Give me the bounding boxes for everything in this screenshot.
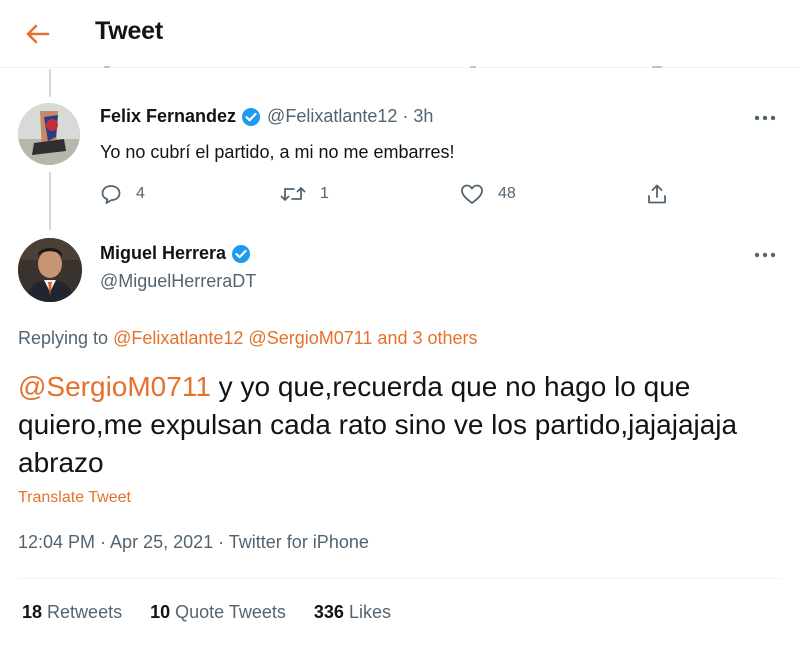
reply-count: 4 — [136, 185, 145, 202]
tweet-author-row: Felix Fernandez @Felixatlante12 · 3h — [100, 106, 433, 127]
avatar[interactable] — [18, 238, 82, 302]
author-name[interactable]: Felix Fernandez — [100, 106, 236, 127]
heart-icon — [461, 184, 483, 204]
previous-tweet-edge — [100, 66, 680, 70]
like-count: 48 — [498, 185, 516, 202]
reply-button[interactable]: 4 — [100, 178, 145, 210]
top-header: Tweet — [0, 0, 800, 68]
thread-line — [49, 172, 51, 230]
tweet-author-row: Miguel Herrera — [100, 243, 251, 264]
tweet-timestamp[interactable]: 12:04 PM · Apr 25, 2021 · Twitter for iP… — [18, 532, 369, 553]
retweet-icon — [280, 187, 306, 201]
retweet-button[interactable]: 1 — [280, 178, 329, 210]
avatar[interactable] — [18, 103, 80, 165]
divider — [18, 578, 780, 579]
page-title: Tweet — [95, 17, 163, 45]
back-button[interactable] — [22, 18, 54, 50]
quote-tweets-label: Quote Tweets — [175, 602, 286, 622]
retweets-stat[interactable]: 18 Retweets — [22, 602, 122, 623]
verified-badge-icon — [231, 244, 251, 264]
avatar-image — [18, 238, 82, 302]
tweet-stats: 18 Retweets 10 Quote Tweets 336 Likes — [22, 602, 419, 623]
verified-badge-icon — [241, 107, 261, 127]
quote-tweets-count: 10 — [150, 602, 171, 622]
replying-to-label: Replying to — [18, 328, 109, 348]
likes-label: Likes — [348, 602, 391, 622]
more-options-button[interactable] — [750, 108, 780, 128]
more-dots-icon — [754, 252, 776, 258]
more-options-button[interactable] — [750, 245, 780, 265]
retweets-label: Retweets — [47, 602, 123, 622]
author-handle[interactable]: @Felixatlante12 — [267, 106, 397, 127]
like-button[interactable]: 48 — [460, 178, 516, 210]
more-dots-icon — [754, 115, 776, 121]
reply-icon — [101, 185, 121, 204]
main-tweet-text: @SergioM0711 y yo que,recuerda que no ha… — [18, 368, 788, 482]
avatar-image — [18, 103, 80, 165]
likes-count: 336 — [313, 602, 344, 622]
share-button[interactable] — [646, 178, 668, 210]
back-arrow-icon — [26, 24, 50, 44]
reply-tweet-text: Yo no cubrí el partido, a mi no me embar… — [100, 142, 455, 162]
retweet-count: 1 — [320, 185, 329, 202]
author-name[interactable]: Miguel Herrera — [100, 243, 226, 264]
tweet-actions: 4 1 48 — [100, 178, 680, 210]
retweets-count: 18 — [22, 602, 43, 622]
translate-tweet-link[interactable]: Translate Tweet — [18, 489, 131, 507]
tweet-time[interactable]: · 3h — [402, 106, 433, 127]
share-icon — [648, 184, 666, 204]
quote-tweets-stat[interactable]: 10 Quote Tweets — [150, 602, 286, 623]
replying-to-mentions[interactable]: @Felixatlante12 @SergioM0711 and 3 other… — [113, 328, 477, 348]
replying-to: Replying to @Felixatlante12 @SergioM0711… — [18, 328, 478, 349]
author-handle[interactable]: @MiguelHerreraDT — [100, 271, 256, 292]
mention-link[interactable]: @SergioM0711 — [18, 371, 211, 402]
likes-stat[interactable]: 336 Likes — [314, 602, 391, 623]
thread-line — [49, 69, 51, 97]
